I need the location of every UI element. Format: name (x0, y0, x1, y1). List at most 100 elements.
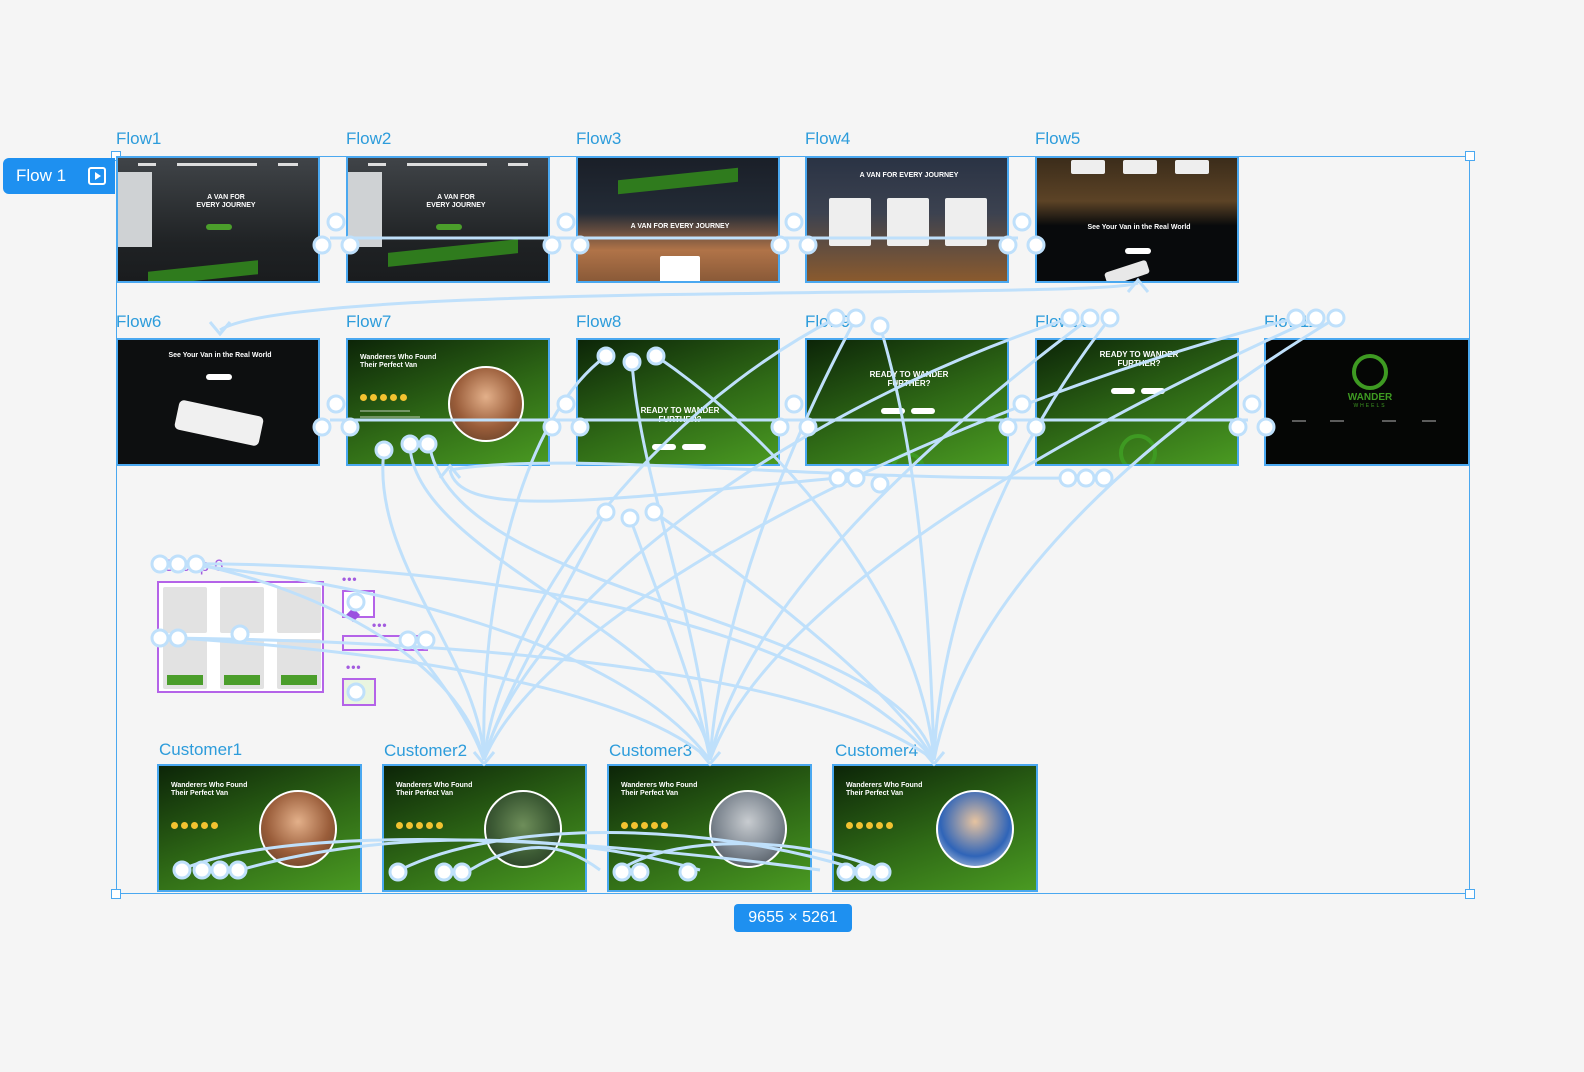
frame-label-flow3[interactable]: Flow3 (576, 129, 621, 149)
customer-photo (448, 366, 524, 442)
van-card (887, 198, 929, 246)
flow-start-tag[interactable]: Flow 1 (3, 158, 115, 194)
hero-heading: A VAN FOR EVERY JOURNEY (196, 194, 256, 209)
cta-button-secondary (1111, 388, 1135, 394)
section-heading: Wanderers Who Found Their Perfect Van (621, 782, 698, 797)
cta-button-primary (911, 408, 935, 414)
selection-size-badge: 9655 × 5261 (734, 904, 852, 932)
frame-label-flow11[interactable]: Flow11 (1264, 312, 1318, 332)
frame-flow10[interactable]: READY TO WANDER FURTHER? (1035, 338, 1239, 466)
brand-name: WANDER (1347, 392, 1393, 403)
brand-logo-icon (1352, 354, 1388, 390)
footer-col (1330, 420, 1344, 422)
frame-customer1[interactable]: Wanderers Who Found Their Perfect Van (157, 764, 362, 892)
cta-button (1125, 248, 1151, 254)
section-heading: Wanderers Who Found Their Perfect Van (846, 782, 923, 797)
van-card (1123, 160, 1157, 174)
frame-label-flow4[interactable]: Flow4 (805, 129, 850, 149)
frame-label-flow1[interactable]: Flow1 (116, 129, 161, 149)
brand-sub: WHEELS (1353, 403, 1387, 409)
van-photo (118, 172, 152, 247)
component-instance[interactable] (342, 635, 428, 651)
frame-label-customer2[interactable]: Customer2 (384, 741, 467, 761)
customer-photo (259, 790, 337, 868)
van-card (660, 256, 700, 281)
van-card (945, 198, 987, 246)
frame-flow6[interactable]: See Your Van in the Real World (116, 338, 320, 466)
van-card-selected (163, 639, 207, 689)
section-heading: See Your Van in the Real World (1087, 224, 1191, 231)
frame-label-group6[interactable]: Group 6 (162, 556, 223, 576)
section-heading: See Your Van in the Real World (168, 352, 272, 359)
frame-customer4[interactable]: Wanderers Who Found Their Perfect Van (832, 764, 1038, 892)
nav-bar (138, 163, 298, 169)
frame-label-customer4[interactable]: Customer4 (835, 741, 918, 761)
frame-flow5[interactable]: See Your Van in the Real World (1035, 156, 1239, 283)
frame-flow2[interactable]: A VAN FOR EVERY JOURNEY (346, 156, 550, 283)
customer-photo (936, 790, 1014, 868)
rating-stars (621, 822, 668, 829)
cta-button (206, 224, 232, 230)
frame-flow4[interactable]: A VAN FOR EVERY JOURNEY (805, 156, 1009, 283)
cta-heading: READY TO WANDER FURTHER? (869, 370, 949, 388)
prototype-play-icon[interactable] (88, 167, 107, 185)
resize-handle-tr[interactable] (1465, 151, 1475, 161)
footer-col (1292, 420, 1306, 422)
frame-flow8[interactable]: READY TO WANDER FURTHER? (576, 338, 780, 466)
van-card (1071, 160, 1105, 174)
customer-photo (484, 790, 562, 868)
cta-button (436, 224, 462, 230)
frame-customer3[interactable]: Wanderers Who Found Their Perfect Van (607, 764, 812, 892)
frame-label-customer3[interactable]: Customer3 (609, 741, 692, 761)
frame-flow9[interactable]: READY TO WANDER FURTHER? (805, 338, 1009, 466)
more-options-icon[interactable]: ••• (372, 618, 388, 632)
frame-label-flow7[interactable]: Flow7 (346, 312, 391, 332)
frame-label-flow5[interactable]: Flow5 (1035, 129, 1080, 149)
van-card (277, 587, 321, 633)
frame-label-flow6[interactable]: Flow6 (116, 312, 161, 332)
resize-handle-br[interactable] (1465, 889, 1475, 899)
frame-label-flow2[interactable]: Flow2 (346, 129, 391, 149)
frame-label-customer1[interactable]: Customer1 (159, 740, 242, 760)
cta-button-primary (1141, 388, 1165, 394)
resize-handle-bl[interactable] (111, 889, 121, 899)
green-strip (148, 260, 258, 281)
component-instance[interactable] (342, 678, 376, 706)
cta-button-secondary (881, 408, 905, 414)
frame-label-flow8[interactable]: Flow8 (576, 312, 621, 332)
phone-mockup (173, 399, 265, 447)
frame-flow7[interactable]: Wanderers Who Found Their Perfect Van (346, 338, 550, 466)
green-strip (388, 239, 518, 267)
nav-bar (368, 163, 528, 169)
frame-label-flow9[interactable]: Flow9 (805, 312, 850, 332)
green-strip (618, 167, 738, 195)
section-heading: Wanderers Who Found Their Perfect Van (360, 354, 437, 369)
section-heading: Wanderers Who Found Their Perfect Van (171, 782, 248, 797)
frame-flow3[interactable]: A VAN FOR EVERY JOURNEY (576, 156, 780, 283)
rating-stars (360, 394, 407, 401)
more-options-icon[interactable]: ••• (342, 572, 358, 586)
footer-col (1382, 420, 1396, 422)
van-card-selected (220, 639, 264, 689)
van-card (163, 587, 207, 633)
cta-button-secondary (652, 444, 676, 450)
rating-stars (171, 822, 218, 829)
frame-flow1[interactable]: A VAN FOR EVERY JOURNEY (116, 156, 320, 283)
logo-ring-icon (1119, 434, 1157, 464)
van-card-selected (277, 639, 321, 689)
text-line (360, 416, 420, 418)
frame-label-flow10[interactable]: Flow10 (1035, 312, 1090, 332)
text-line (360, 410, 410, 412)
design-canvas[interactable]: Flow 1 Flow1 Flow2 Flow3 Flow4 Flow5 A V… (0, 0, 1584, 1072)
cta-heading: READY TO WANDER FURTHER? (640, 406, 720, 424)
group6-component-set[interactable] (157, 581, 324, 693)
more-options-icon[interactable]: ••• (346, 660, 362, 674)
section-heading: Wanderers Who Found Their Perfect Van (396, 782, 473, 797)
frame-flow11[interactable]: WANDER WHEELS (1264, 338, 1470, 466)
frame-customer2[interactable]: Wanderers Who Found Their Perfect Van (382, 764, 587, 892)
rating-stars (396, 822, 443, 829)
cta-heading: READY TO WANDER FURTHER? (1099, 350, 1179, 368)
flow-tag-label: Flow 1 (16, 166, 67, 185)
van-card (1175, 160, 1209, 174)
logo-ring-icon (891, 452, 925, 464)
